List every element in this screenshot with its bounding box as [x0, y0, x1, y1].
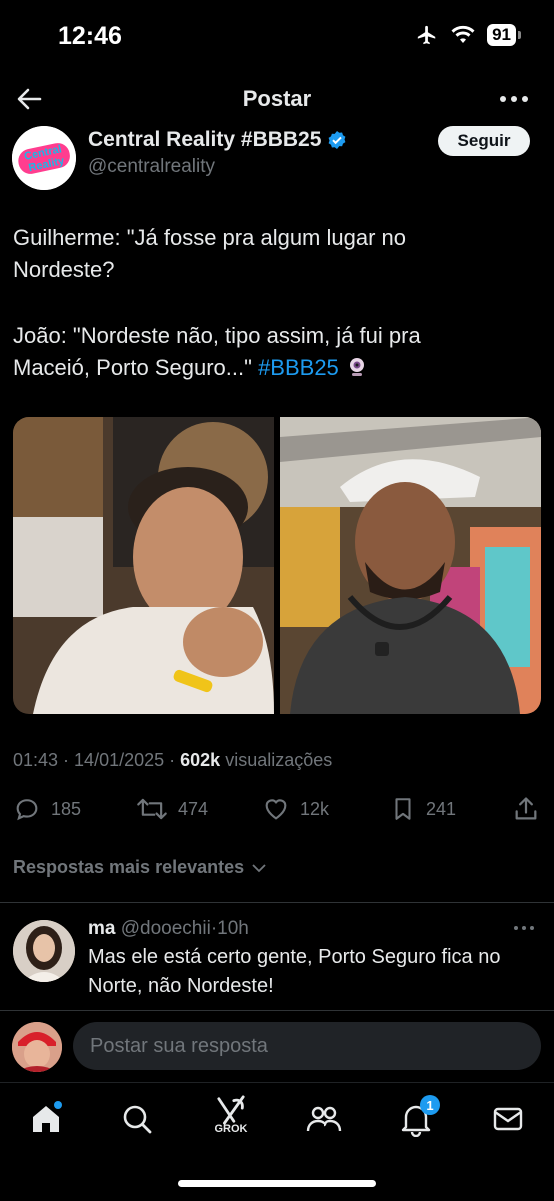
hashtag-link[interactable]: #BBB25 — [258, 355, 339, 380]
chevron-down-icon — [252, 863, 266, 872]
reply-sort-label: Respostas mais relevantes — [13, 857, 245, 877]
reply-action[interactable]: 185 — [13, 794, 81, 824]
reply-count: 185 — [51, 798, 82, 819]
nav-notifications[interactable]: 1 — [396, 1095, 440, 1141]
divider — [0, 1010, 554, 1011]
tweet-meta: 01:43 · 14/01/2025 · 602k visualizações — [13, 750, 333, 770]
views-count: 602k — [180, 750, 221, 770]
heart-icon — [265, 799, 287, 820]
tweet-media[interactable] — [13, 417, 541, 714]
nav-home[interactable] — [26, 1101, 66, 1141]
reply-avatar[interactable] — [13, 920, 75, 982]
reply-author-handle[interactable]: @dooechii — [121, 918, 211, 939]
reply-time: 10h — [217, 918, 249, 939]
author-name[interactable]: Central Reality #BBB25 — [88, 128, 321, 152]
repost-action[interactable]: 474 — [136, 794, 208, 824]
tweet-text-line-3: João: "Nordeste não, tipo assim, já fui … — [13, 323, 421, 348]
bookmark-count: 241 — [426, 798, 457, 819]
tweet-text-line-1: Guilherme: "Já fosse pra algum lugar no — [13, 225, 407, 250]
author-avatar[interactable]: Central Reality — [12, 126, 76, 190]
home-icon — [33, 1101, 62, 1132]
home-indicator — [178, 1180, 376, 1187]
author-handle[interactable]: @centralreality — [88, 156, 215, 178]
tweet-text-line-4: Maceió, Porto Seguro..." #BBB25 — [13, 352, 369, 384]
nav-search[interactable] — [117, 1101, 157, 1141]
bbb-camera-emoji-icon — [349, 358, 364, 376]
repost-icon — [137, 798, 167, 820]
reply-author-name[interactable]: ma — [88, 918, 115, 939]
photo-guilherme[interactable] — [13, 417, 274, 714]
reply-compose-input[interactable] — [73, 1022, 541, 1070]
search-icon — [123, 1105, 152, 1134]
like-count: 12k — [300, 798, 330, 819]
reply-more-icon[interactable] — [514, 926, 534, 930]
status-time: 12:46 — [58, 22, 122, 50]
mail-icon — [493, 1107, 523, 1131]
bookmark-icon — [395, 798, 411, 820]
tweet-text-line-2: Nordeste? — [13, 257, 115, 282]
nav-communities[interactable] — [304, 1101, 344, 1141]
wifi-icon — [451, 25, 475, 43]
nav-messages[interactable] — [488, 1101, 528, 1141]
tweet-date: 14/01/2025 — [74, 750, 165, 770]
reply-sort-dropdown[interactable]: Respostas mais relevantes — [13, 857, 268, 878]
tweet-time: 01:43 — [13, 750, 59, 770]
communities-icon — [306, 1106, 342, 1132]
views-label[interactable]: visualizações — [225, 750, 332, 770]
author-name-row[interactable]: Central Reality #BBB25 — [88, 128, 347, 152]
bookmark-action[interactable]: 241 — [390, 794, 456, 824]
reply-header: ma @dooechii·10h — [88, 918, 249, 940]
status-icons: 91 — [415, 24, 521, 46]
divider — [0, 902, 554, 903]
central-reality-logo: Central Reality — [12, 126, 76, 190]
compose-avatar[interactable] — [12, 1022, 62, 1072]
page-title: Postar — [242, 86, 312, 111]
reply-icon — [16, 799, 38, 821]
share-icon — [515, 797, 537, 820]
reply-text-line-2: Norte, não Nordeste! — [88, 975, 274, 997]
repost-count: 474 — [178, 798, 209, 819]
airplane-icon — [417, 25, 436, 45]
notifications-badge: 1 — [420, 1095, 440, 1115]
grok-label: GROK — [214, 1123, 248, 1135]
tweet-text-quote: Maceió, Porto Seguro..." — [13, 355, 252, 380]
share-action[interactable] — [512, 794, 540, 824]
photo-joao[interactable] — [280, 417, 541, 714]
battery-indicator: 91 — [487, 24, 521, 46]
like-action[interactable]: 12k — [262, 794, 329, 824]
reply-text-line-1: Mas ele está certo gente, Porto Seguro f… — [88, 946, 501, 968]
nav-grok[interactable]: GROK — [211, 1095, 251, 1135]
follow-button[interactable]: Seguir — [438, 126, 530, 156]
more-options-icon[interactable] — [500, 96, 528, 102]
verified-badge-icon — [329, 131, 346, 149]
grok-icon — [217, 1095, 245, 1125]
